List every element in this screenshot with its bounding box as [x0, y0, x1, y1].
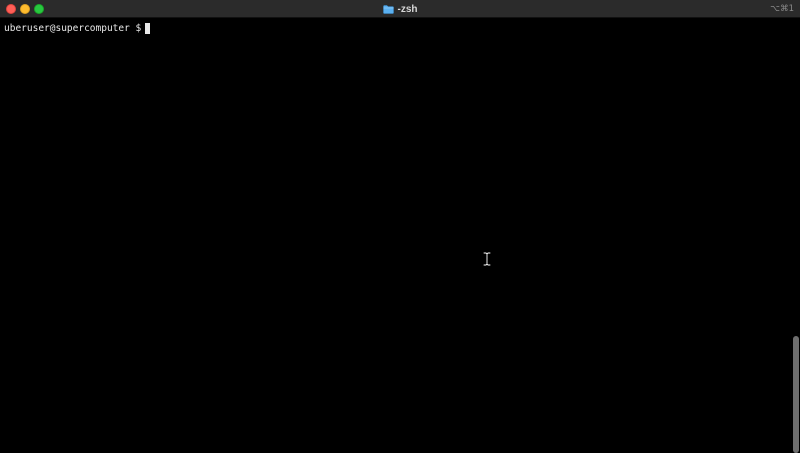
close-window-button[interactable]: [6, 4, 16, 14]
folder-icon: [382, 4, 394, 14]
shell-prompt: uberuser@supercomputer $: [4, 23, 142, 34]
title-bar[interactable]: -zsh ⌥⌘1: [0, 0, 800, 18]
scrollbar-thumb[interactable]: [793, 336, 799, 453]
window-title: -zsh: [397, 3, 418, 15]
minimize-window-button[interactable]: [20, 4, 30, 14]
prompt-line: uberuser@supercomputer $: [4, 23, 151, 34]
terminal-content-area[interactable]: uberuser@supercomputer $: [0, 18, 800, 453]
ibeam-cursor-icon: [483, 252, 491, 266]
window-title-group: -zsh: [0, 0, 800, 18]
window-shortcut-label: ⌥⌘1: [770, 4, 794, 14]
scrollbar-track[interactable]: [792, 18, 800, 453]
text-cursor: [145, 23, 151, 34]
zoom-window-button[interactable]: [34, 4, 44, 14]
terminal-window: -zsh ⌥⌘1 uberuser@supercomputer $: [0, 0, 800, 453]
